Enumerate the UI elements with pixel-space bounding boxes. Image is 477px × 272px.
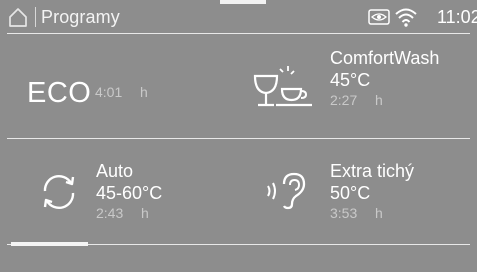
program-tile-eco[interactable]: ECO 4:01 h	[7, 34, 237, 138]
program-screen: Programy 11:02 ECO 4:01 h ComfortWash 45…	[0, 0, 477, 272]
program-duration: 3:53	[330, 205, 358, 221]
duration-unit: h	[141, 205, 149, 221]
top-pull-indicator[interactable]	[220, 0, 266, 4]
page-indicator	[11, 242, 88, 246]
program-tile-extra-quiet[interactable]: Extra tichý 50°C 3:53 h	[240, 139, 470, 243]
program-temperature: 50°C	[330, 183, 371, 203]
refresh-icon	[43, 175, 75, 209]
clock: 11:02	[437, 7, 477, 27]
program-name: Extra tichý	[330, 161, 415, 181]
program-temperature: 45-60°C	[96, 183, 163, 203]
eco-label: ECO	[27, 77, 92, 109]
header-separator	[35, 7, 36, 27]
program-name: Auto	[96, 161, 134, 181]
program-temperature: 45°C	[330, 70, 371, 90]
program-tile-auto[interactable]: Auto 45-60°C 2:43 h	[7, 139, 237, 243]
home-icon[interactable]	[7, 6, 29, 28]
eye-icon	[368, 9, 390, 25]
program-tile-comfortwash[interactable]: ComfortWash 45°C 2:27 h	[240, 34, 470, 138]
duration-unit: h	[375, 92, 383, 108]
page-title: Programy	[41, 7, 120, 27]
program-duration: 2:43	[96, 205, 124, 221]
program-duration: 4:01	[95, 84, 123, 100]
program-name: ComfortWash	[330, 48, 440, 68]
glass-cup-icon	[253, 66, 312, 107]
ear-sound-icon	[267, 172, 306, 210]
wifi-icon	[395, 8, 417, 27]
status-bar: Programy 11:02	[0, 0, 477, 33]
duration-unit: h	[140, 84, 148, 100]
duration-unit: h	[375, 205, 383, 221]
program-duration: 2:27	[330, 92, 358, 108]
